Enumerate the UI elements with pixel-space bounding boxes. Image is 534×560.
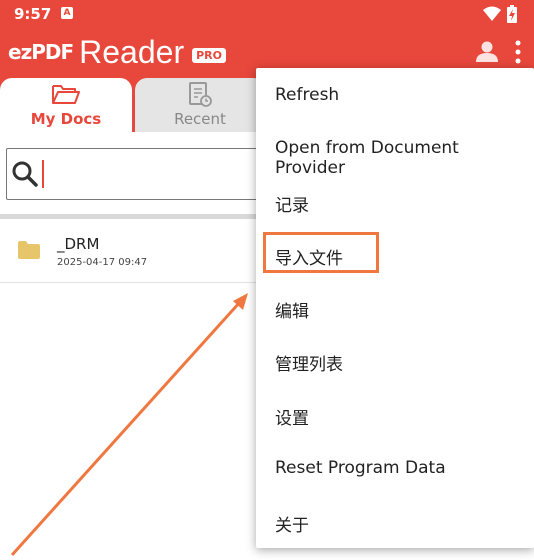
highlight-box [263,232,379,273]
menu-item-label: 记录 [275,196,309,216]
folder-open-icon [52,85,80,104]
menu-item-about[interactable]: 关于 [256,495,534,548]
status-time: 9:57 [14,5,52,23]
menu-item-label: Reset Program Data [275,458,446,478]
menu-item-label: 管理列表 [275,355,343,375]
recent-doc-icon [189,82,212,107]
menu-item-open-document-provider[interactable]: Open from Document Provider [256,122,534,178]
tab-my-docs[interactable]: My Docs [0,78,132,132]
menu-item-label: 编辑 [275,302,309,322]
user-icon[interactable] [476,40,498,62]
file-name: _DRM [57,235,100,253]
tab-my-docs-label: My Docs [30,110,102,128]
wifi-icon [483,6,501,21]
tab-recent-label: Recent [174,110,226,128]
overflow-menu: Refresh Open from Document Provider 记录 导… [256,68,534,548]
logo-reader: Reader [79,33,185,70]
search-icon [12,161,38,187]
menu-item-settings[interactable]: 设置 [256,388,534,441]
pro-badge: PRO [192,47,226,63]
more-vert-icon[interactable] [514,40,522,64]
menu-item-reset-program-data[interactable]: Reset Program Data [256,442,534,495]
menu-item-label: 关于 [275,516,309,536]
logo-ez: ezPDF [8,40,74,64]
app-logo: ezPDF Reader PRO [8,34,226,70]
menu-item-edit[interactable]: 编辑 [256,281,534,334]
menu-item-label: Open from Document Provider [275,138,459,178]
status-bar: 9:57 A [0,0,534,28]
menu-item-refresh[interactable]: Refresh [256,69,534,122]
menu-item-label: 设置 [275,409,309,429]
folder-icon [18,241,40,259]
text-caret [42,160,44,188]
menu-item-manage-list[interactable]: 管理列表 [256,334,534,387]
file-date: 2025-04-17 09:47 [57,257,148,268]
a-icon: A [61,7,73,19]
tab-recent[interactable]: Recent [135,78,265,132]
battery-charging-icon [507,5,517,23]
menu-item-history[interactable]: 记录 [256,175,534,228]
menu-item-label: Refresh [275,85,340,105]
